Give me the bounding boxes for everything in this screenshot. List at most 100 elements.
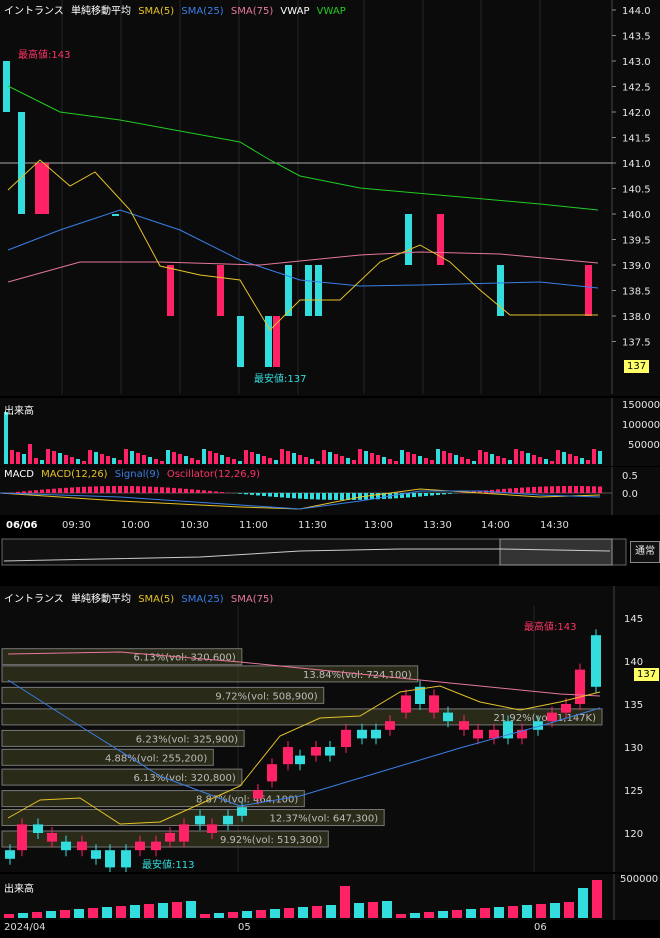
intraday-volume-panel[interactable]: 出来高 150000 100000 50000: [0, 398, 660, 466]
intraday-volume-title: 出来高: [4, 406, 34, 417]
volume-bar: [532, 455, 536, 464]
volume-bar: [232, 459, 236, 464]
candle: [283, 747, 293, 765]
oscillator-bar: [334, 493, 338, 500]
oscillator-bar: [592, 486, 596, 493]
volume-bar: [100, 454, 104, 464]
oscillator-bar: [550, 486, 554, 493]
candle: [61, 841, 71, 851]
daily-volume-panel[interactable]: 出来高 500000: [0, 874, 660, 920]
volume-bar: [160, 461, 164, 464]
range-navigator[interactable]: 通常: [0, 537, 660, 567]
candle: [591, 635, 601, 687]
volume-bar: [286, 451, 290, 464]
vol-tick-100000: 100000: [622, 420, 660, 431]
time-label: 09:30: [62, 520, 91, 531]
volume-bar: [496, 456, 500, 464]
volume-bar: [144, 904, 154, 918]
volume-bar: [368, 902, 378, 918]
oscillator-bar: [202, 490, 206, 493]
oscillator-bar: [100, 486, 104, 493]
vol-tick-50000: 50000: [628, 440, 660, 451]
candle: [77, 841, 87, 851]
time-label: 10:00: [121, 520, 150, 531]
candle: [311, 747, 321, 756]
intraday-chart-panel[interactable]: 144.0 143.5 143.0 142.5 142.0 141.5 141.0 140.5…: [0, 0, 660, 396]
candle: [179, 824, 189, 842]
volume-bar: [10, 450, 14, 464]
candle: [585, 265, 592, 316]
sma5-line: [7, 159, 598, 331]
vwap-green-line: [7, 85, 599, 211]
oscillator-bar: [82, 486, 86, 493]
y-tick-label: 144.0: [622, 6, 651, 17]
volume-bar: [430, 460, 434, 464]
candle: [35, 163, 42, 214]
time-label: 14:00: [481, 520, 510, 531]
oscillator-bar: [46, 489, 50, 493]
candle: [121, 850, 131, 868]
y-tick-label: 138.0: [622, 312, 651, 323]
oscillator-bar: [208, 490, 212, 493]
oscillator-bar: [598, 486, 602, 493]
volume-bar: [256, 454, 260, 464]
volume-bar: [154, 459, 158, 464]
oscillator-bar: [316, 493, 320, 500]
macd-label: MACD: [4, 469, 34, 480]
candle: [223, 815, 233, 825]
y-tick-label: 140: [624, 657, 643, 668]
volume-bar: [304, 457, 308, 464]
volume-bar: [238, 461, 242, 464]
candle: [401, 695, 411, 713]
volume-bar: [526, 453, 530, 464]
oscillator-bar: [256, 493, 260, 496]
candle: [405, 214, 412, 265]
volume-bar: [214, 453, 218, 464]
volume-bar: [88, 450, 92, 464]
navigator-plot[interactable]: [0, 537, 660, 567]
volume-bar: [382, 901, 392, 918]
volume-bar: [280, 449, 284, 464]
volume-bar: [22, 454, 26, 464]
time-label: 10:30: [180, 520, 209, 531]
y-tick-label: 142.5: [622, 83, 651, 94]
volume-bar: [410, 913, 420, 918]
oscillator-bar: [508, 488, 512, 493]
oscillator-bar: [214, 491, 218, 493]
oscillator-bar: [268, 493, 272, 497]
candle: [315, 265, 322, 316]
volume-bar: [46, 449, 50, 464]
y-tick-label: 130: [624, 743, 643, 754]
candle: [195, 815, 205, 825]
daily-volume-plot: [4, 874, 615, 920]
volume-bar: [550, 461, 554, 464]
volume-bar: [396, 914, 406, 918]
volume-bar: [94, 452, 98, 464]
volume-bar: [522, 905, 532, 918]
intraday-price-plot[interactable]: 144.0 143.5 143.0 142.5 142.0 141.5 141.0 140.5…: [0, 0, 660, 396]
time-label: 11:00: [239, 520, 268, 531]
macd-signal-label: Signal(9): [114, 469, 160, 480]
chart-mode-button[interactable]: 通常: [630, 541, 660, 563]
volume-bar: [536, 904, 546, 918]
volume-bar: [352, 460, 356, 464]
candle: [167, 265, 174, 316]
oscillator-bar: [70, 487, 74, 493]
volume-bar: [130, 451, 134, 464]
oscillator-bar: [292, 493, 296, 499]
oscillator-bar: [172, 487, 176, 493]
macd-panel[interactable]: MACD MACD(12,26) Signal(9) Oscillator(12…: [0, 467, 660, 515]
oscillator-bar: [52, 488, 56, 493]
volume-bar: [116, 906, 126, 918]
volume-bar: [340, 456, 344, 464]
oscillator-bar: [28, 490, 32, 493]
candle: [575, 669, 585, 704]
y-tick-label: 142.0: [622, 108, 651, 119]
date-label: 06: [534, 922, 547, 933]
volume-profile-label: 9.72%(vol: 508,900): [215, 691, 317, 702]
oscillator-bar: [418, 493, 422, 497]
volume-bar: [4, 412, 8, 464]
volume-bar: [388, 459, 392, 464]
daily-chart-panel[interactable]: 1451401351301251201156.13%(vol: 320,600)…: [0, 586, 660, 872]
oscillator-bar: [328, 493, 332, 500]
